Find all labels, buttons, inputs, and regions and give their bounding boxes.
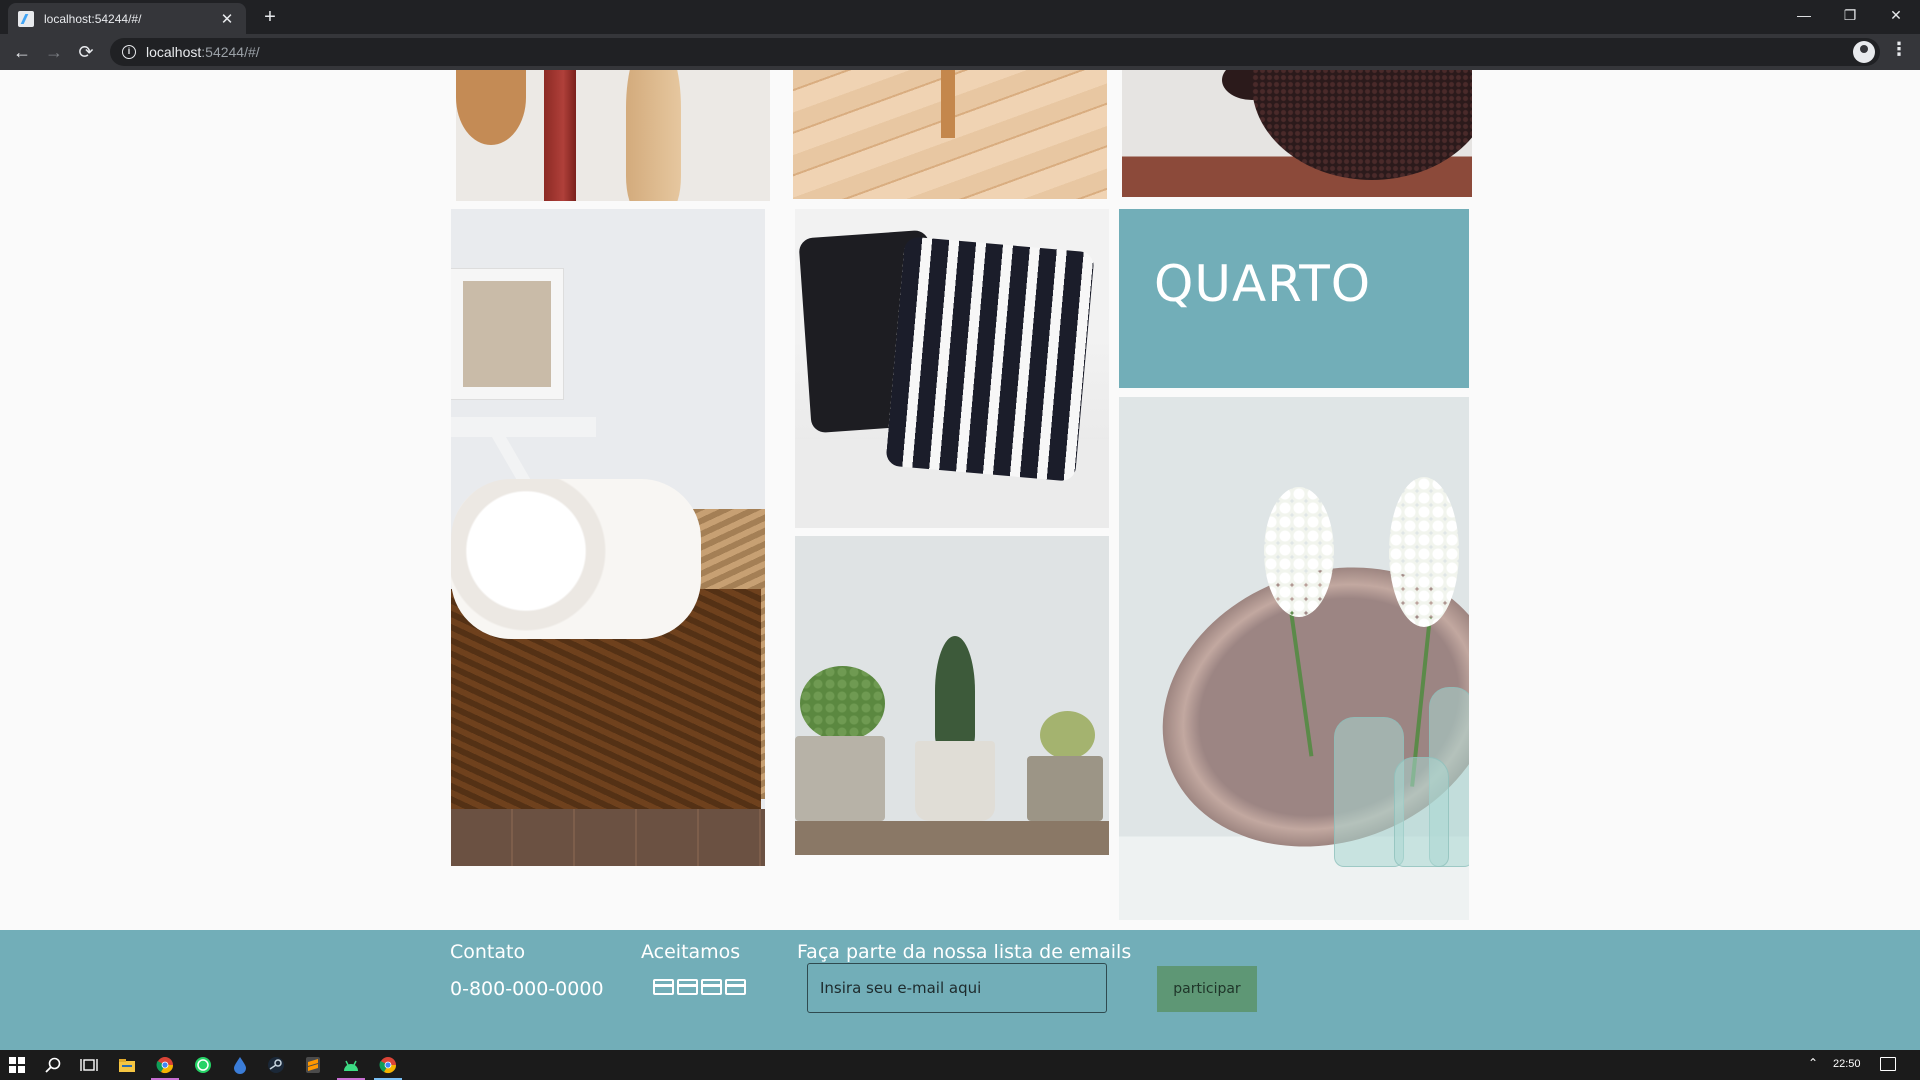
whatsapp-icon[interactable] <box>193 1055 213 1075</box>
page-viewport: QUARTO Contato 0-800-000-0000 Aceitamos … <box>0 70 1920 1050</box>
info-icon[interactable]: i <box>122 45 136 59</box>
back-button[interactable]: ← <box>8 38 36 66</box>
notification-icon[interactable] <box>1880 1057 1896 1071</box>
tab-close-icon[interactable]: ✕ <box>218 10 236 28</box>
file-explorer-icon[interactable] <box>117 1055 137 1075</box>
credit-card-icon <box>677 979 698 995</box>
contact-phone: 0-800-000-0000 <box>450 978 604 1000</box>
close-window-button[interactable]: ✕ <box>1873 0 1919 30</box>
tray-chevron-icon[interactable]: ⌃ <box>1808 1056 1818 1070</box>
kitchen-utensils-image <box>456 70 770 201</box>
email-input[interactable] <box>807 963 1107 1013</box>
android-studio-icon[interactable] <box>341 1055 361 1075</box>
flutter-favicon-icon <box>18 10 34 27</box>
teapot-image <box>1122 70 1472 197</box>
restore-button[interactable]: ❐ <box>1827 0 1873 30</box>
newsletter-heading: Faça parte da nossa lista de emails <box>797 941 1132 963</box>
forward-button[interactable]: → <box>40 38 68 66</box>
credit-card-icon <box>725 979 746 995</box>
credit-card-icon <box>653 979 674 995</box>
menu-icon[interactable]: ⋮ <box>1890 39 1908 60</box>
browser-tab-bar: localhost:54244/#/ ✕ + — ❐ ✕ <box>0 0 1920 34</box>
app-droplet-icon[interactable] <box>230 1055 250 1075</box>
url-path: :54244/#/ <box>201 44 260 60</box>
contact-heading: Contato <box>450 941 526 963</box>
profile-icon[interactable] <box>1853 41 1875 63</box>
wooden-floor-image <box>793 70 1107 199</box>
url-host: localhost <box>146 44 202 60</box>
new-tab-button[interactable]: + <box>258 6 282 28</box>
join-button[interactable]: participar <box>1157 966 1257 1012</box>
browser-tab[interactable]: localhost:54244/#/ ✕ <box>8 3 246 34</box>
taskbar: ⌃ 22:50 <box>0 1050 1920 1080</box>
category-title-tile: QUARTO <box>1119 209 1469 388</box>
task-view-icon[interactable] <box>79 1055 99 1075</box>
steam-icon[interactable] <box>266 1055 286 1075</box>
footer: Contato 0-800-000-0000 Aceitamos Faça pa… <box>0 930 1920 1050</box>
chrome-icon[interactable] <box>155 1055 175 1075</box>
search-icon[interactable] <box>43 1055 63 1075</box>
windows-start-icon[interactable] <box>7 1055 27 1075</box>
credit-card-icon <box>701 979 722 995</box>
address-bar[interactable]: i localhost:54244/#/ ☆ <box>110 38 1880 66</box>
minimize-button[interactable]: — <box>1781 0 1827 30</box>
reload-button[interactable]: ⟳ <box>72 38 100 66</box>
category-title: QUARTO <box>1154 255 1372 313</box>
clock[interactable]: 22:50 <box>1833 1058 1861 1070</box>
pillows-image <box>795 209 1109 528</box>
payment-methods <box>653 979 746 995</box>
sublime-icon[interactable] <box>303 1055 323 1075</box>
browser-toolbar: ← → ⟳ i localhost:54244/#/ ☆ ⋮ <box>0 34 1920 70</box>
chrome-icon[interactable] <box>378 1055 398 1075</box>
tab-title: localhost:54244/#/ <box>44 11 142 26</box>
payment-heading: Aceitamos <box>641 941 741 963</box>
succulents-image <box>795 536 1109 855</box>
flowers-vases-image <box>1119 397 1469 920</box>
towel-basket-image <box>451 209 765 866</box>
